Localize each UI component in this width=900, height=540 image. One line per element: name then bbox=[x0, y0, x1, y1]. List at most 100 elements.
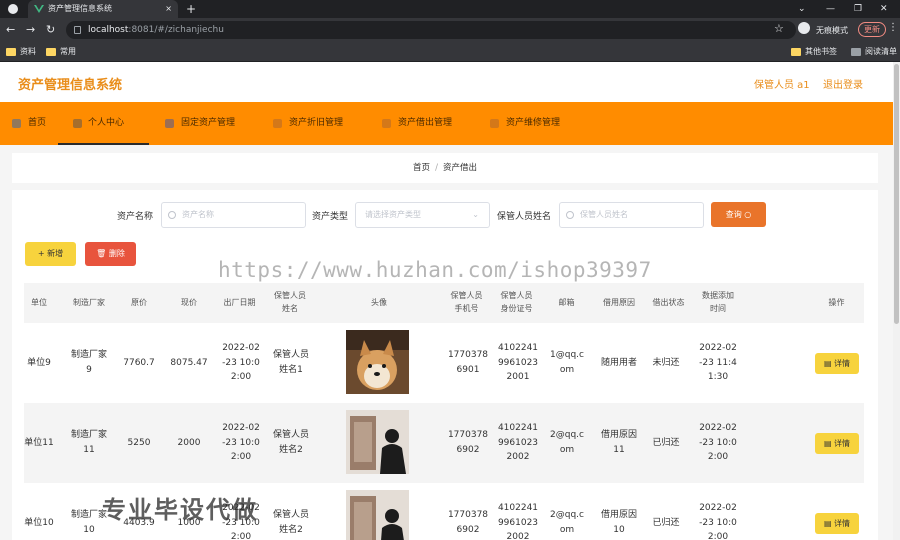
detail-button[interactable]: ▤ 详情 bbox=[815, 433, 859, 454]
delete-button[interactable]: 🗑 删除 bbox=[85, 242, 136, 266]
cell-added: 2022-02 -23 10:0 2:00 bbox=[699, 422, 737, 463]
cell-reason: 借用原因 11 bbox=[600, 430, 637, 455]
col-avatar: 头像 bbox=[371, 297, 387, 307]
nav-item-profile[interactable]: 个人中心 bbox=[58, 102, 149, 145]
breadcrumb-home[interactable]: 首页 bbox=[413, 163, 430, 173]
nav-item-depreciation[interactable]: 资产折旧管理 bbox=[273, 102, 343, 145]
reading-list-icon bbox=[851, 48, 861, 56]
reload-icon[interactable]: ↻ bbox=[46, 23, 55, 37]
keeper-name-label: 保管人员姓名 bbox=[497, 212, 552, 222]
table-row: 单位11 制造厂家 11 5250 2000 2022-02 -23 10:0 … bbox=[24, 403, 864, 483]
col-maker: 制造厂家 bbox=[73, 297, 105, 307]
new-tab-icon[interactable]: + bbox=[186, 0, 196, 18]
cn-watermark: 专业毕设代做 bbox=[102, 496, 258, 524]
add-button[interactable]: + 新增 bbox=[25, 242, 76, 266]
cell-phone: 1770378 6901 bbox=[447, 350, 489, 375]
keeper-name-input[interactable]: 保管人员姓名 bbox=[559, 202, 704, 228]
doc-icon: ▤ bbox=[823, 439, 832, 448]
url-bar[interactable]: localhost:8081/#/zichanjiechu bbox=[66, 21, 796, 39]
folder-icon bbox=[791, 48, 801, 56]
nav-item-repair[interactable]: 资产维修管理 bbox=[490, 102, 560, 145]
col-orig-price: 原价 bbox=[131, 297, 147, 307]
cell-idno: 4102241 9961023 2002 bbox=[497, 422, 539, 463]
cell-reason: 借用原因 10 bbox=[600, 510, 637, 535]
detail-button[interactable]: ▤ 详情 bbox=[815, 513, 859, 534]
cell-unit: 单位9 bbox=[27, 357, 51, 368]
cell-keeper: 保管人员 姓名1 bbox=[272, 350, 309, 375]
asset-type-label: 资产类型 bbox=[312, 212, 349, 222]
cell-current-price: 8075.47 bbox=[170, 357, 208, 368]
scrollbar-thumb[interactable] bbox=[894, 64, 899, 324]
app-header: 资产管理信息系统 保管人员 a1 退出登录 bbox=[0, 62, 893, 102]
breadcrumb-current: 资产借出 bbox=[442, 163, 477, 173]
app-title: 资产管理信息系统 bbox=[18, 78, 123, 93]
back-icon[interactable]: ← bbox=[6, 23, 15, 37]
col-current-price: 现价 bbox=[181, 297, 197, 307]
cell-maker: 制造厂家 11 bbox=[70, 430, 107, 455]
list-icon bbox=[382, 119, 391, 128]
cell-idno: 4102241 9961023 2002 bbox=[497, 502, 539, 540]
address-toolbar: ← → ↻ localhost:8081/#/zichanjiechu bbox=[0, 18, 900, 42]
doc-icon: ▤ bbox=[823, 359, 832, 368]
cell-maker: 制造厂家 9 bbox=[70, 350, 107, 375]
col-added: 数据添加 时间 bbox=[702, 291, 734, 313]
cell-unit: 单位11 bbox=[24, 437, 54, 448]
cell-current-price: 2000 bbox=[177, 437, 201, 448]
bookmark-folder[interactable]: 常用 bbox=[46, 46, 76, 58]
tab-close-icon[interactable]: × bbox=[165, 0, 172, 18]
doc-icon: ▤ bbox=[823, 519, 832, 528]
detail-button[interactable]: ▤ 详情 bbox=[815, 353, 859, 374]
asset-name-input[interactable]: 资产名称 bbox=[161, 202, 306, 228]
col-date: 出厂日期 bbox=[223, 297, 256, 307]
menu-icon[interactable]: ⋮ bbox=[888, 22, 898, 33]
home-icon bbox=[12, 119, 21, 128]
search-icon bbox=[566, 211, 574, 219]
bookmark-star-icon[interactable]: ☆ bbox=[774, 22, 784, 35]
col-phone: 保管人员 手机号 bbox=[450, 291, 483, 313]
asset-type-select[interactable]: 请选择资产类型 ⌄ bbox=[355, 202, 490, 228]
query-button[interactable]: 查询 ○ bbox=[711, 202, 766, 227]
cell-date: 2022-02 -23 10:0 2:00 bbox=[222, 422, 260, 463]
cell-added: 2022-02 -23 10:0 2:00 bbox=[699, 502, 737, 540]
nav-item-lending[interactable]: 资产借出管理 bbox=[382, 102, 452, 145]
url-path: :8081/#/zichanjiechu bbox=[128, 25, 224, 35]
cell-date: 2022-02 -23 10:0 2:00 bbox=[222, 342, 260, 383]
folder-icon bbox=[6, 48, 16, 56]
col-idno: 保管人员 身份证号 bbox=[500, 291, 533, 313]
nav-item-fixed-assets[interactable]: 固定资产管理 bbox=[165, 102, 235, 145]
search-icon: ○ bbox=[744, 210, 752, 219]
update-button[interactable]: 更新 bbox=[858, 22, 886, 37]
cell-phone: 1770378 6902 bbox=[447, 430, 489, 455]
folder-icon bbox=[46, 48, 56, 56]
window-close-icon[interactable]: ✕ bbox=[880, 0, 888, 18]
tab-title: 资产管理信息系统 bbox=[48, 4, 112, 13]
bookmark-folder[interactable]: 资料 bbox=[6, 46, 36, 58]
minimize-icon[interactable]: — bbox=[826, 0, 835, 18]
cell-orig-price: 5250 bbox=[127, 437, 151, 448]
user-icon bbox=[73, 119, 82, 128]
col-status: 借出状态 bbox=[652, 297, 685, 307]
tab-search-icon[interactable]: ⌄ bbox=[798, 0, 806, 18]
search-icon bbox=[168, 211, 176, 219]
current-user: 保管人员 a1 bbox=[754, 80, 810, 91]
browser-tabbar: 资产管理信息系统 × + ⌄ — ❐ ✕ bbox=[0, 0, 900, 18]
reading-list[interactable]: 阅读清单 bbox=[851, 46, 897, 58]
maximize-icon[interactable]: ❐ bbox=[854, 0, 862, 18]
logout-link[interactable]: 退出登录 bbox=[823, 76, 863, 91]
breadcrumb: 首页 / 资产借出 bbox=[12, 153, 878, 183]
incognito-avatar-icon[interactable] bbox=[798, 22, 810, 34]
cell-keeper: 保管人员 姓名2 bbox=[272, 430, 309, 455]
info-icon[interactable] bbox=[74, 26, 81, 34]
cell-orig-price: 7760.7 bbox=[123, 357, 155, 368]
nav-item-home[interactable]: 首页 bbox=[12, 102, 46, 145]
forward-icon[interactable]: → bbox=[26, 23, 35, 37]
bookmark-folder[interactable]: 其他书签 bbox=[791, 46, 837, 58]
avatar-dog-photo bbox=[346, 330, 409, 394]
cell-phone: 1770378 6902 bbox=[447, 510, 489, 535]
url-host: localhost bbox=[88, 25, 129, 35]
globe-icon[interactable] bbox=[8, 4, 18, 14]
browser-tab[interactable]: 资产管理信息系统 × bbox=[28, 0, 178, 18]
avatar-person-photo bbox=[346, 490, 409, 540]
breadcrumb-sep: / bbox=[435, 163, 438, 173]
url-watermark: https://www.huzhan.com/ishop39397 bbox=[218, 258, 652, 282]
